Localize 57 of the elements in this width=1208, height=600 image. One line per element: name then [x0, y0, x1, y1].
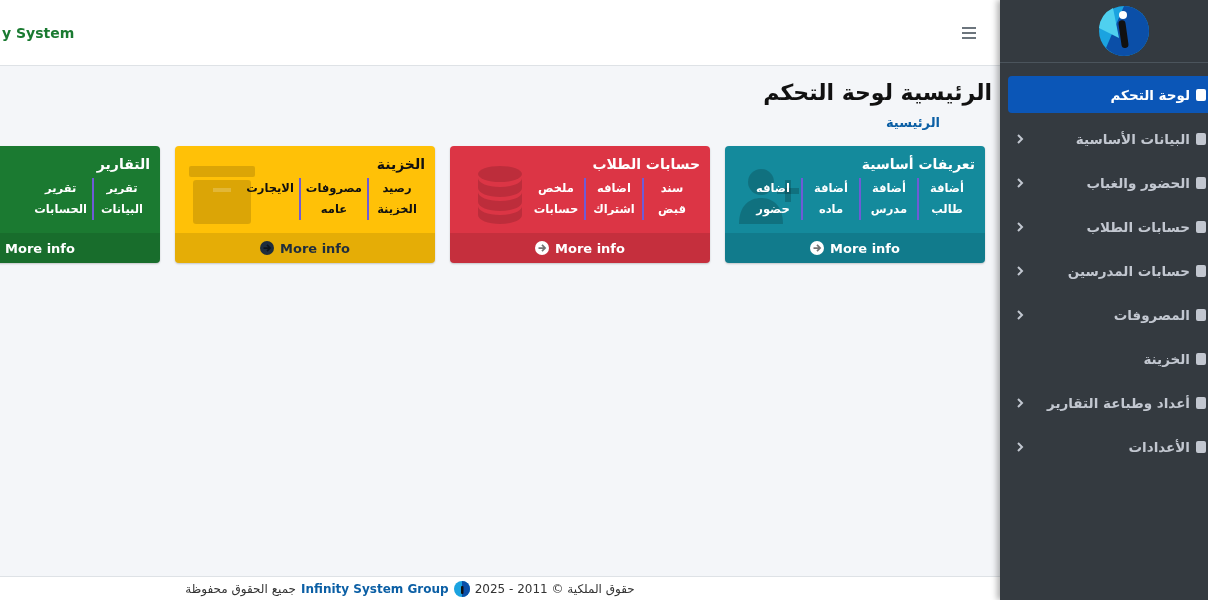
- sidebar-item[interactable]: لوحة التحكم: [1008, 76, 1208, 113]
- chevron-icon: [1016, 397, 1024, 408]
- card-link[interactable]: رصيد الخزينة: [367, 178, 425, 220]
- card-link[interactable]: تقرير الحسابات: [29, 178, 92, 220]
- sidebar-item[interactable]: حسابات الطلاب: [1008, 208, 1208, 245]
- card-title: تعريفات أساسية: [860, 156, 975, 172]
- card-link[interactable]: أضافة ماده: [801, 178, 859, 220]
- sidebar-item[interactable]: أعداد وطباعة التقارير: [1008, 384, 1208, 421]
- menu-item-icon: [1196, 132, 1206, 145]
- arrow-circle-icon: [260, 241, 275, 255]
- chevron-icon: [1016, 133, 1024, 144]
- menu-item-icon: [1196, 308, 1206, 321]
- card-link[interactable]: تقرير البيانات: [92, 178, 150, 220]
- sidebar-item[interactable]: البيانات الأساسية: [1008, 120, 1208, 157]
- sidebar-item[interactable]: المصروفات: [1008, 296, 1208, 333]
- sidebar-item[interactable]: الأعدادات: [1008, 428, 1208, 465]
- card-title: التقارير: [95, 156, 150, 172]
- more-info-link[interactable]: More info: [450, 233, 710, 263]
- arrow-circle-icon: [535, 241, 550, 255]
- card-link[interactable]: اضافه حضور: [745, 178, 801, 220]
- menu-item-icon: [1196, 396, 1206, 409]
- card-link[interactable]: سند قبض: [642, 178, 700, 220]
- more-info-link[interactable]: More info: [175, 233, 435, 263]
- card-link[interactable]: مصروفات عامه: [298, 178, 367, 220]
- menu-item-icon: [1196, 88, 1206, 101]
- card-link[interactable]: أضافة مدرس: [859, 178, 917, 220]
- sidebar-item[interactable]: حسابات المدرسين: [1008, 252, 1208, 289]
- logo-icon: [453, 580, 470, 597]
- arrow-circle-icon: [810, 241, 825, 255]
- menu-item-icon: [1196, 440, 1206, 453]
- card-link[interactable]: الايجارت: [241, 178, 299, 220]
- breadcrumb-link[interactable]: الرئيسية: [885, 115, 940, 130]
- card-title: الخزينة: [375, 156, 425, 172]
- chevron-icon: [1016, 265, 1024, 276]
- menu-item-icon: [1196, 220, 1206, 233]
- card-link[interactable]: ملخص حسابات: [528, 178, 584, 220]
- sidebar-item[interactable]: الخزينة: [1008, 340, 1208, 377]
- rights-text: جميع الحقوق محفوظة: [185, 581, 297, 596]
- chevron-icon: [1016, 309, 1024, 320]
- chevron-icon: [1016, 177, 1024, 188]
- card-title: حسابات الطلاب: [591, 156, 700, 172]
- logo-icon: [1099, 6, 1149, 56]
- copyright-text: حقوق الملكية © 2011 - 2025: [474, 581, 635, 596]
- card-link[interactable]: اضافه اشتراك: [584, 178, 642, 220]
- more-info-link[interactable]: More info: [725, 233, 985, 263]
- more-info-link[interactable]: More info: [0, 233, 160, 263]
- card-link[interactable]: أضافة طالب: [917, 178, 975, 220]
- menu-item-icon: [1196, 352, 1206, 365]
- brand-name[interactable]: y System: [2, 24, 75, 41]
- chevron-icon: [1016, 221, 1024, 232]
- menu-item-icon: [1196, 264, 1206, 277]
- menu-item-icon: [1196, 176, 1206, 189]
- page-title: الرئيسية لوحة التحكم: [763, 80, 992, 105]
- chevron-icon: [1016, 441, 1024, 452]
- company-link[interactable]: Infinity System Group: [301, 581, 449, 596]
- menu-icon[interactable]: [962, 26, 976, 39]
- sidebar-item[interactable]: الحضور والغياب: [1008, 164, 1208, 201]
